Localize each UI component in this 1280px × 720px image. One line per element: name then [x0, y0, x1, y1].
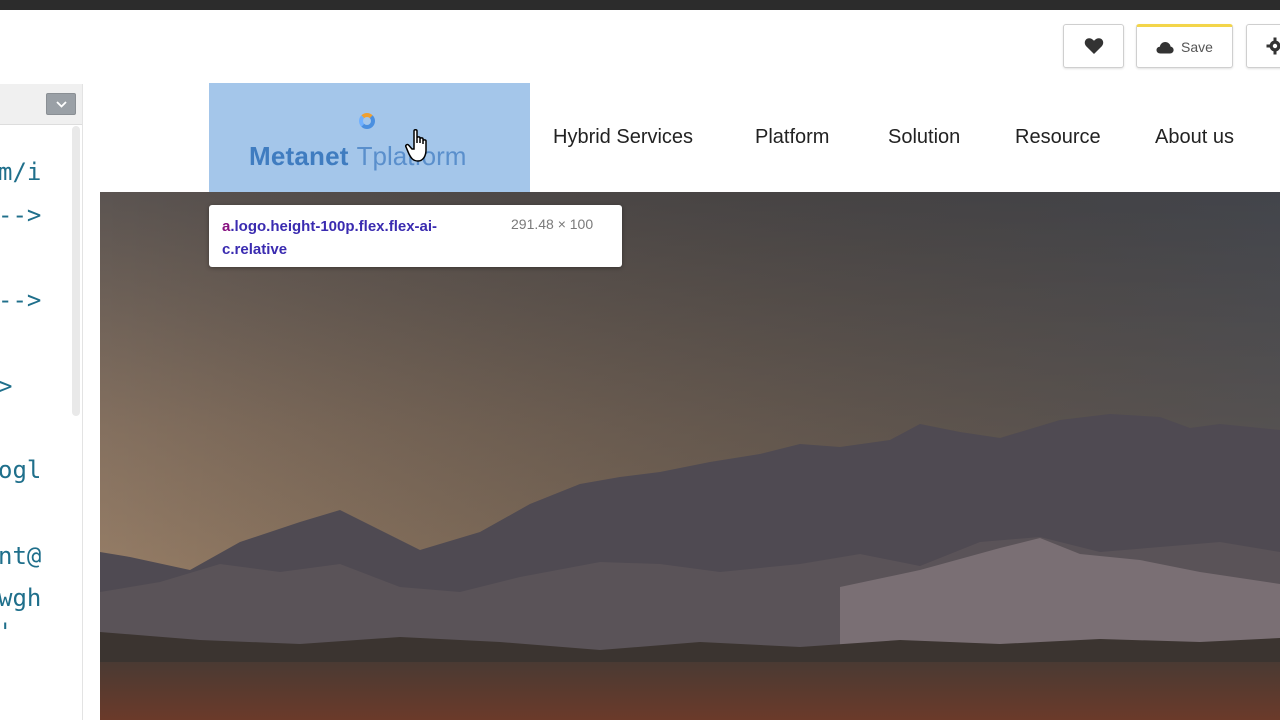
devtools-scrollbar[interactable]	[72, 126, 80, 416]
window-top-bar	[0, 0, 1280, 10]
logo-text-main: Metanet	[249, 141, 349, 171]
cloud-icon	[1156, 41, 1174, 53]
code-line: -->	[0, 286, 42, 314]
tooltip-classes: .logo.height-100p.flex.flex-ai-c.relativ…	[222, 218, 438, 258]
devtools-toolbar	[0, 84, 82, 125]
heart-icon	[1084, 38, 1103, 54]
code-line: wgh	[0, 584, 42, 612]
nav-resource[interactable]: Resource	[1015, 126, 1101, 149]
hand-cursor-icon	[405, 129, 427, 162]
favorite-button[interactable]	[1063, 24, 1124, 68]
hero-image	[100, 192, 1280, 720]
tooltip-arrow	[24, 196, 42, 205]
site-logo[interactable]: Metanet Tplatform	[249, 112, 509, 172]
gear-icon	[1266, 37, 1280, 55]
inspector-tooltip: a.logo.height-100p.flex.flex-ai-c.relati…	[209, 205, 622, 267]
code-line: ogl	[0, 456, 42, 484]
code-line: >	[0, 372, 13, 400]
chevron-down-icon	[55, 100, 67, 108]
nav-about-us[interactable]: About us	[1155, 126, 1234, 149]
nav-solution[interactable]: Solution	[888, 126, 960, 149]
nav-hybrid-services[interactable]: Hybrid Services	[553, 126, 693, 149]
devtools-divider	[82, 84, 83, 720]
settings-button[interactable]	[1246, 24, 1280, 68]
mountain-landscape-image	[100, 192, 1280, 720]
tooltip-dimensions: 291.48 × 100	[511, 216, 594, 232]
nav-platform[interactable]: Platform	[755, 126, 829, 149]
devtools-code-panel: m/i --> --> > ogl nt@ wgh '	[0, 84, 100, 720]
tooltip-selector: a.logo.height-100p.flex.flex-ai-c.relati…	[222, 215, 492, 261]
code-line: nt@	[0, 542, 42, 570]
logo-mark-icon	[359, 113, 375, 129]
devtools-dropdown-button[interactable]	[46, 93, 76, 115]
code-line: -->	[0, 201, 42, 229]
code-line: m/i	[0, 158, 42, 186]
save-label: Save	[1181, 39, 1213, 55]
code-line: '	[0, 618, 12, 646]
save-button[interactable]: Save	[1136, 24, 1233, 68]
